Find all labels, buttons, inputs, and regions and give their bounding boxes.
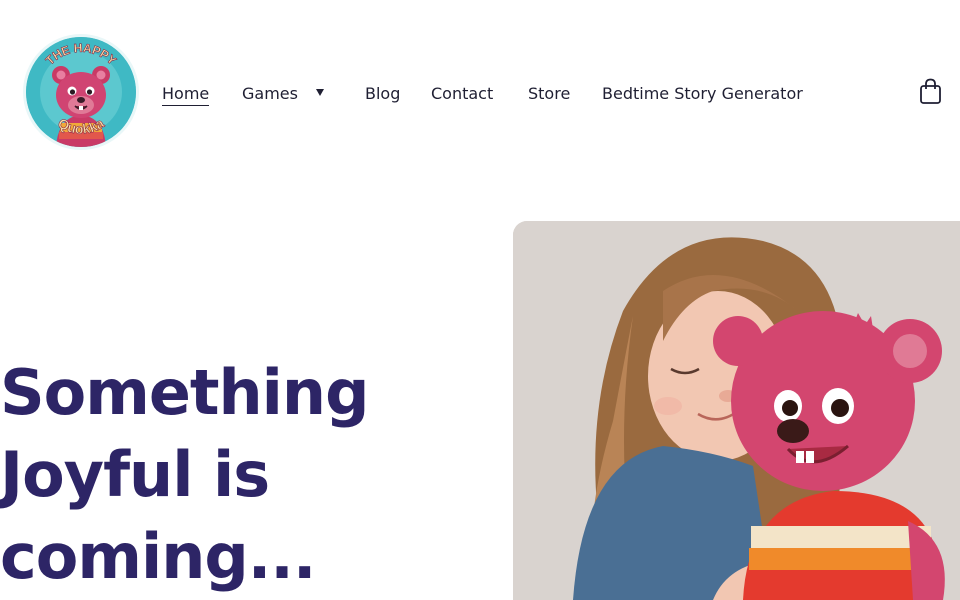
hero-title: Something Joyful is coming... xyxy=(0,352,470,598)
girl-hugging-quokka-plush-image xyxy=(513,221,960,600)
nav-home[interactable]: Home xyxy=(162,84,210,106)
hero-image xyxy=(513,221,960,600)
quokka-logo-icon: THE HAPPY Quokka xyxy=(26,37,136,147)
nav-blog[interactable]: Blog xyxy=(365,84,400,103)
nav-contact[interactable]: Contact xyxy=(431,84,493,103)
nav-games[interactable]: Games xyxy=(242,84,298,103)
cart-button[interactable] xyxy=(918,78,944,106)
site-header: THE HAPPY Quokka Home Games Blog Contact… xyxy=(0,0,960,190)
hero-title-line: Joyful is xyxy=(0,438,270,511)
shopping-bag-icon xyxy=(920,78,941,104)
site-logo[interactable]: THE HAPPY Quokka xyxy=(26,37,136,147)
hero-title-line: coming... xyxy=(0,520,316,593)
hero-title-line: Something xyxy=(0,356,369,429)
nav-bedtime-story-generator[interactable]: Bedtime Story Generator xyxy=(602,84,803,103)
chevron-down-icon[interactable] xyxy=(316,89,324,96)
nav-store[interactable]: Store xyxy=(528,84,570,103)
